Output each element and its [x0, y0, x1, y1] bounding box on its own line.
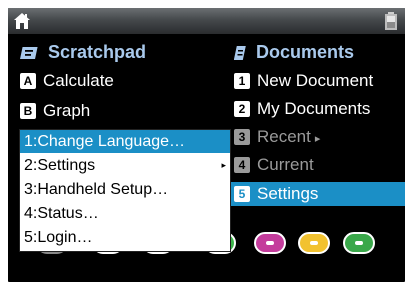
- item-label: New Document: [257, 71, 374, 90]
- top-bar: [8, 8, 405, 34]
- item-label: Current: [257, 155, 314, 174]
- menu-item-status[interactable]: 4:Status…: [20, 202, 230, 225]
- shortcut-badge: A: [20, 72, 36, 89]
- item-label: Calculate: [43, 71, 114, 90]
- scratchpad-item-graph[interactable]: B Graph: [20, 99, 90, 123]
- documents-item-recent[interactable]: 3 Recent ▸: [234, 125, 320, 149]
- handheld-device: Scratchpad A Calculate B Graph Documents 1…: [0, 0, 413, 290]
- home-icon[interactable]: [12, 11, 32, 31]
- shortcut-badge: 4: [234, 156, 250, 173]
- item-label: Graph: [43, 101, 91, 120]
- shortcut-badge: B: [20, 102, 36, 119]
- documents-title: Documents: [256, 42, 355, 62]
- app-pill-green-2[interactable]: [343, 232, 375, 254]
- documents-item-my-documents[interactable]: 2 My Documents: [234, 97, 370, 121]
- app-pill-magenta[interactable]: [254, 232, 286, 254]
- documents-heading: Documents: [234, 42, 354, 63]
- submenu-arrow-icon: ▸: [221, 160, 226, 170]
- shortcut-badge: 3: [234, 128, 250, 145]
- scratchpad-heading: Scratchpad: [20, 42, 146, 63]
- battery-icon: [385, 12, 397, 30]
- menu-item-handheld-setup[interactable]: 3:Handheld Setup…: [20, 178, 230, 201]
- documents-item-current[interactable]: 4 Current: [234, 153, 314, 177]
- scratchpad-title: Scratchpad: [48, 42, 147, 62]
- menu-item-settings[interactable]: 2:Settings ▸: [20, 154, 230, 177]
- scratchpad-icon: [20, 47, 38, 60]
- item-label: Recent: [257, 127, 311, 146]
- app-pill-yellow[interactable]: [298, 232, 330, 254]
- documents-item-settings[interactable]: 5 Settings: [230, 182, 405, 206]
- settings-popup-menu: 1:Change Language… 2:Settings ▸ 3:Handhe…: [19, 129, 231, 252]
- shortcut-badge: 1: [234, 72, 250, 89]
- item-label: My Documents: [257, 99, 371, 118]
- home-screen: Scratchpad A Calculate B Graph Documents 1…: [8, 8, 405, 282]
- item-label: Settings: [257, 184, 319, 203]
- scratchpad-item-calculate[interactable]: A Calculate: [20, 69, 114, 93]
- menu-item-label: 2:Settings: [24, 157, 96, 174]
- documents-item-new-document[interactable]: 1 New Document: [234, 69, 373, 93]
- menu-item-change-language[interactable]: 1:Change Language…: [20, 130, 230, 153]
- shortcut-badge: 5: [234, 185, 250, 202]
- menu-item-login[interactable]: 5:Login…: [20, 226, 230, 249]
- submenu-arrow-icon: ▸: [314, 133, 321, 145]
- shortcut-badge: 2: [234, 100, 250, 117]
- documents-icon: [234, 46, 246, 61]
